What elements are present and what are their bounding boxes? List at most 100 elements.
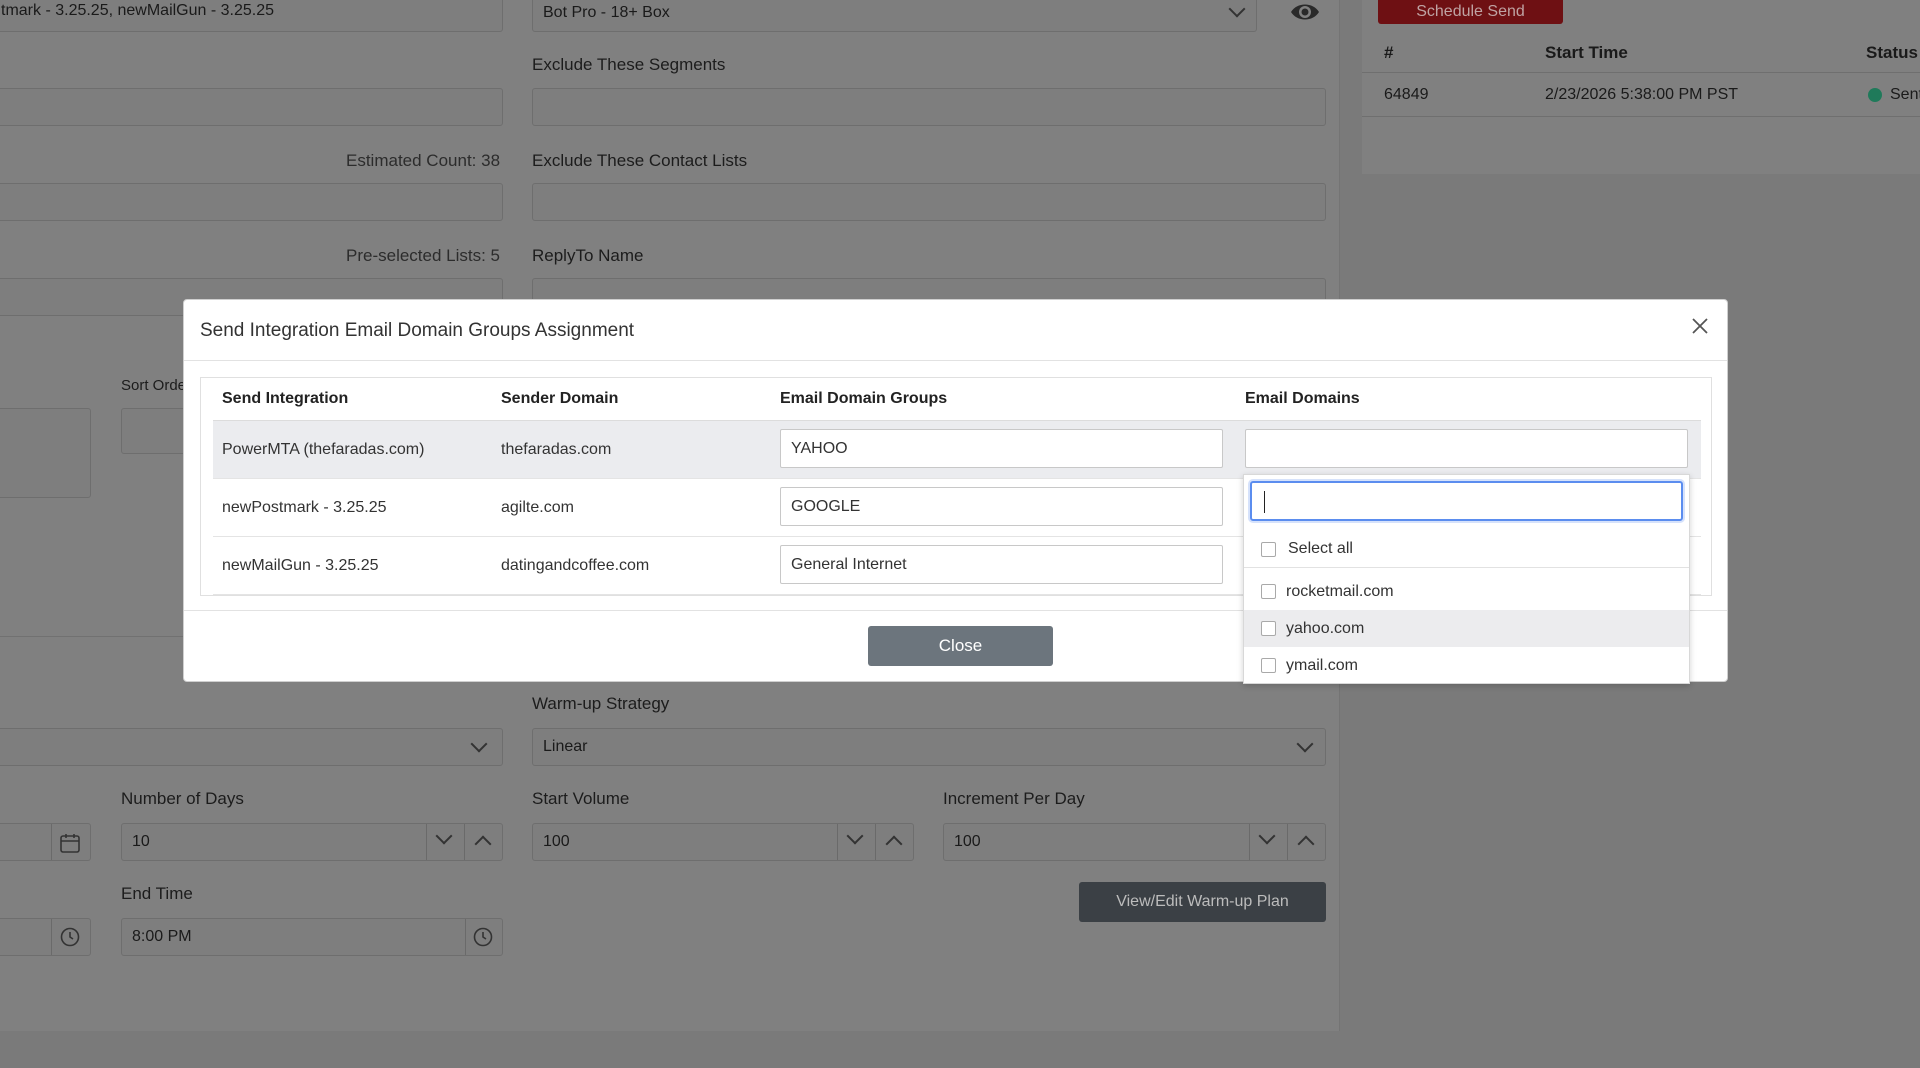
row-sender-domain: thefaradas.com [501,441,612,458]
number-of-days-input[interactable]: 10 [121,823,503,861]
left-field-2[interactable] [0,88,503,126]
sends-header-status: Status [1866,43,1918,62]
row-group-value: YAHOO [791,439,848,457]
exclude-segments-input[interactable] [532,88,1326,126]
select-all-option[interactable]: Select all [1244,531,1689,568]
chevron-down-icon [1228,0,1246,18]
chevron-down-icon [470,735,488,753]
end-time-value: 8:00 PM [132,928,192,945]
exclude-contact-lists-label: Exclude These Contact Lists [532,151,748,170]
select-all-label: Select all [1288,540,1353,557]
separator [426,824,427,860]
start-date-input[interactable] [0,823,91,861]
increment-per-day-input[interactable]: 100 [943,823,1326,861]
warmup-strategy-value: Linear [543,738,588,755]
start-volume-value: 100 [543,833,570,850]
clock-icon[interactable] [60,927,80,952]
warmup-strategy-label: Warm-up Strategy [532,694,670,713]
list-item[interactable]: ymail.com [1244,647,1689,684]
warmup-strategy-select[interactable]: Linear [532,728,1326,766]
number-of-days-value: 10 [132,833,150,850]
sends-header-id: # [1384,43,1394,62]
separator [464,824,465,860]
checkbox[interactable] [1261,541,1276,557]
check-circle-icon [1868,88,1882,102]
close-icon[interactable] [1688,314,1712,338]
option-label: yahoo.com [1286,619,1365,637]
separator [875,824,876,860]
preselected-lists: Pre-selected Lists: 5 [346,246,501,265]
eye-icon[interactable] [1290,0,1320,24]
row-integration: newPostmark - 3.25.25 [222,499,387,516]
column-header-email-domain-groups: Email Domain Groups [780,390,948,407]
view-edit-warmup-plan-label: View/Edit Warm-up Plan [1116,893,1289,910]
sort-order-input[interactable] [121,408,191,454]
increment-per-day-value: 100 [954,833,981,850]
exclude-segments-label: Exclude These Segments [532,55,726,74]
column-header-email-domains: Email Domains [1245,390,1360,407]
start-volume-input[interactable]: 100 [532,823,914,861]
separator [1287,824,1288,860]
exclude-contact-lists-input[interactable] [532,183,1326,221]
start-volume-label: Start Volume [532,789,630,808]
view-edit-warmup-plan-button[interactable]: View/Edit Warm-up Plan [1079,882,1326,922]
close-button[interactable]: Close [868,626,1053,666]
end-time-input[interactable]: 8:00 PM [121,918,503,956]
left-area-box [0,408,91,498]
row-integration: PowerMTA (thefaradas.com) [222,441,425,458]
email-domains-multiselect[interactable] [1245,429,1688,468]
email-domain-group-input[interactable]: YAHOO [780,429,1223,468]
chevron-up-icon[interactable] [474,835,492,853]
checkbox[interactable] [1261,621,1276,636]
send-start-time: 2/23/2026 5:38:00 PM PST [1545,86,1739,103]
separator [837,824,838,860]
modal-title: Send Integration Email Domain Groups Ass… [200,320,635,341]
list-item[interactable]: yahoo.com [1244,610,1689,647]
chevron-down-icon[interactable] [846,827,864,845]
option-label: rocketmail.com [1286,582,1394,600]
chevron-down-icon[interactable] [435,827,453,845]
email-domains-dropdown: Select all rocketmail.com yahoo.com ymai… [1243,474,1690,684]
close-button-label: Close [938,636,983,655]
chevron-up-icon[interactable] [885,835,903,853]
separator [465,919,466,955]
text-caret [1264,491,1265,513]
reply-to-name-label: ReplyTo Name [532,246,644,265]
left-field-3[interactable] [0,183,503,221]
send-id: 64849 [1384,86,1429,103]
separator [51,824,52,860]
separator [51,919,52,955]
checkbox[interactable] [1261,658,1276,673]
clock-icon[interactable] [473,927,493,952]
row-group-value: General Internet [791,555,907,573]
chevron-down-icon[interactable] [1258,827,1276,845]
calendar-icon[interactable] [60,833,80,858]
table-row[interactable]: PowerMTA (thefaradas.com) thefaradas.com… [213,421,1701,479]
row-sender-domain: datingandcoffee.com [501,557,650,574]
segment-select[interactable]: Bot Pro - 18+ Box [532,0,1257,32]
list-item[interactable]: rocketmail.com [1244,573,1689,610]
column-header-send-integration: Send Integration [222,390,349,407]
segment-select-value: Bot Pro - 18+ Box [543,4,670,21]
column-header-sender-domain: Sender Domain [501,390,619,407]
left-select[interactable] [0,728,503,766]
schedule-send-button[interactable]: Schedule Send [1378,0,1563,24]
increment-per-day-label: Increment Per Day [943,789,1085,808]
sends-header-start-time: Start Time [1545,43,1628,62]
recipients-field[interactable]: tmark - 3.25.25, newMailGun - 3.25.25 [0,0,503,32]
dropdown-search-input[interactable] [1250,481,1683,521]
separator [1249,824,1250,860]
schedule-send-label: Schedule Send [1416,3,1525,20]
chevron-up-icon[interactable] [1297,835,1315,853]
send-status: Sent [1890,86,1920,103]
row-integration: newMailGun - 3.25.25 [222,557,379,574]
estimated-count: Estimated Count: 38 [346,151,501,170]
table-row[interactable]: 64849 2/23/2026 5:38:00 PM PST Sent [1362,73,1920,117]
checkbox[interactable] [1261,584,1276,599]
modal-header: Send Integration Email Domain Groups Ass… [184,300,1727,361]
email-domain-group-input[interactable]: General Internet [780,545,1223,584]
sort-order-label: Sort Orde [121,377,187,394]
email-domain-group-input[interactable]: GOOGLE [780,487,1223,526]
row-sender-domain: agilte.com [501,499,574,516]
start-time-input[interactable] [0,918,91,956]
